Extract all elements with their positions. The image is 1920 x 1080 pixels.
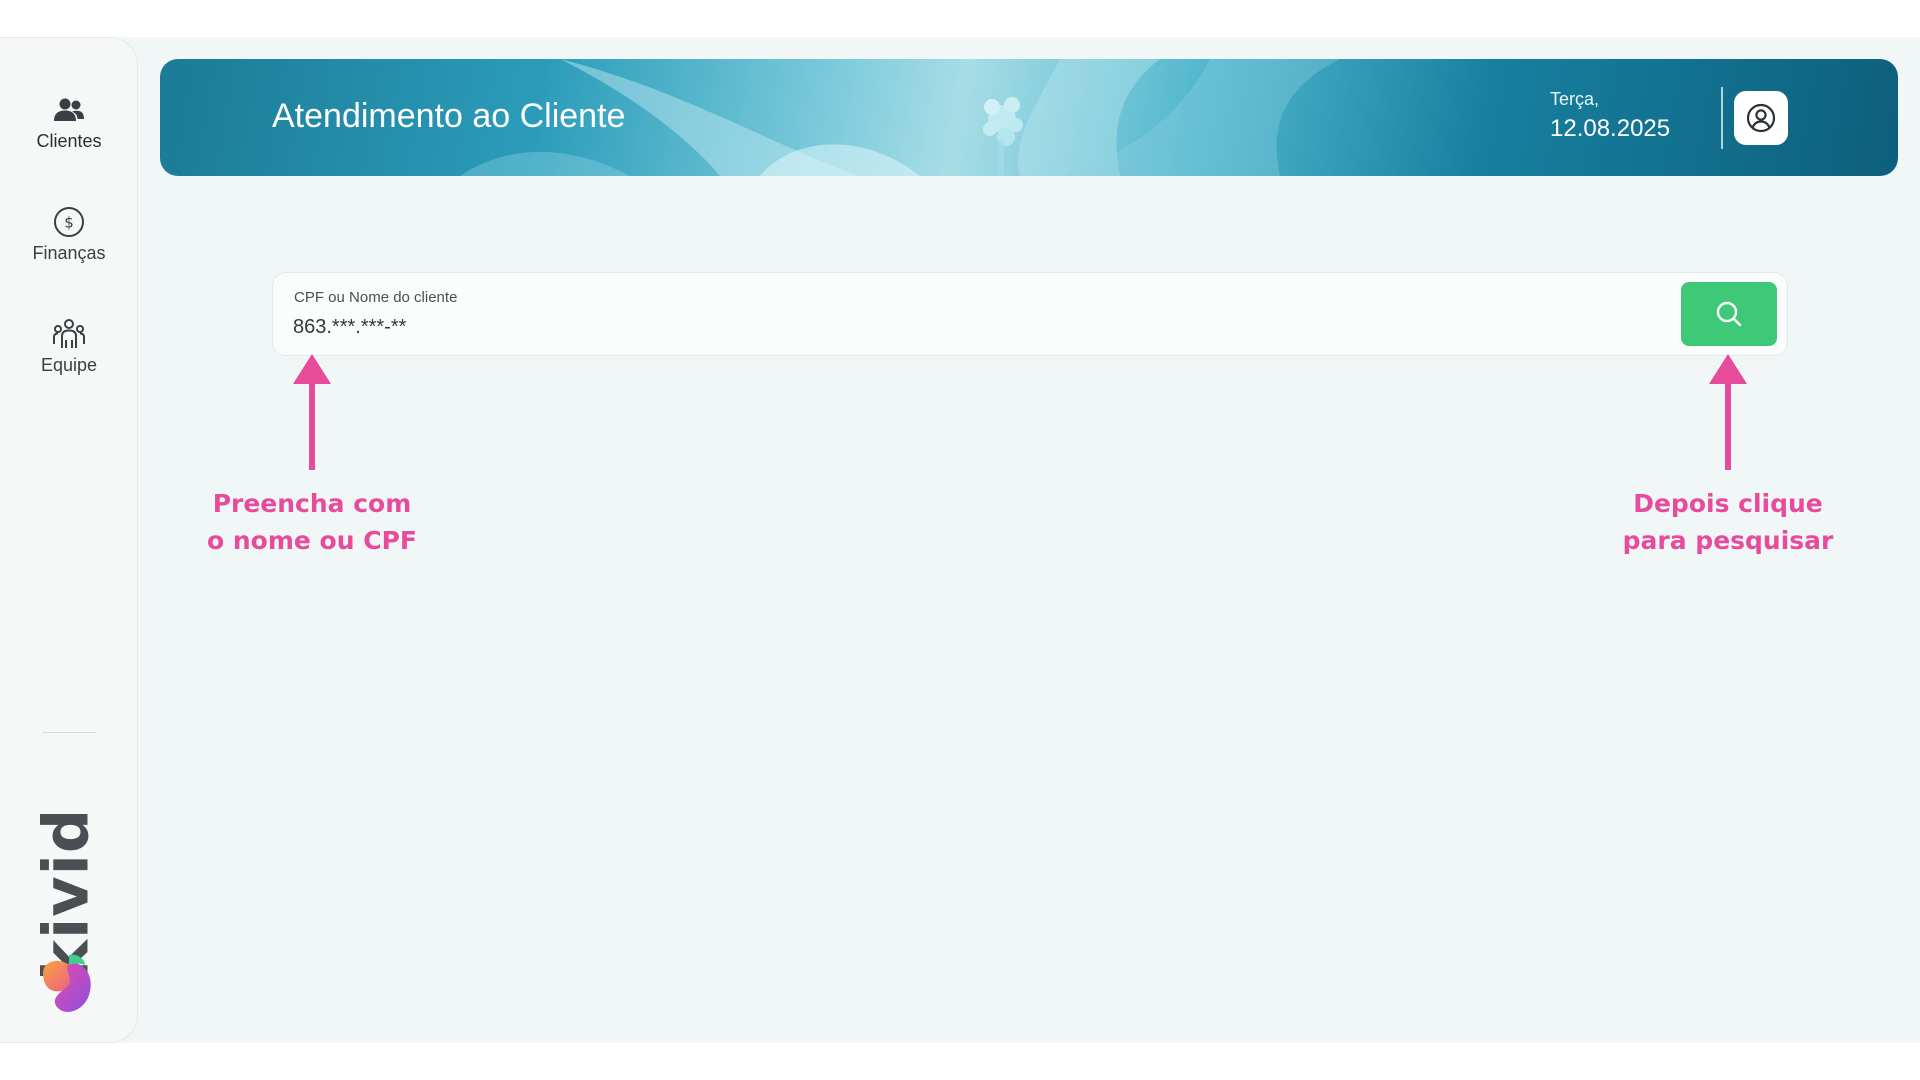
users-icon bbox=[52, 93, 86, 127]
sidebar-divider bbox=[42, 732, 96, 733]
user-circle-icon bbox=[1746, 103, 1776, 133]
header-banner: Atendimento ao Cliente Terça, 12.08.2025 bbox=[160, 59, 1898, 176]
annotation-line: o nome ou CPF bbox=[207, 526, 417, 555]
dollar-circle-icon: $ bbox=[52, 205, 86, 239]
header-divider bbox=[1721, 87, 1723, 149]
user-profile-button[interactable] bbox=[1734, 91, 1788, 145]
search-icon bbox=[1716, 301, 1742, 327]
annotation-click-hint: Depois clique para pesquisar bbox=[1598, 485, 1858, 559]
sidebar: Clientes $ Finanças Equipe kivid bbox=[0, 37, 138, 1043]
page-title: Atendimento ao Cliente bbox=[272, 97, 626, 135]
search-button[interactable] bbox=[1681, 282, 1777, 346]
annotation-fill-hint: Preencha com o nome ou CPF bbox=[182, 485, 442, 559]
brand: kivid bbox=[30, 753, 103, 1023]
annotation-line: Preencha com bbox=[212, 489, 412, 518]
header-date: 12.08.2025 bbox=[1550, 115, 1671, 142]
sidebar-item-financas[interactable]: $ Finanças bbox=[0, 205, 138, 264]
arrow-up-icon bbox=[1709, 354, 1747, 470]
sidebar-item-equipe[interactable]: Equipe bbox=[0, 317, 138, 376]
sidebar-item-label: Clientes bbox=[36, 131, 102, 151]
customer-search-input[interactable] bbox=[293, 313, 1593, 341]
annotation-line: para pesquisar bbox=[1622, 526, 1834, 555]
arrow-up-icon bbox=[293, 354, 331, 470]
sidebar-item-clientes[interactable]: Clientes bbox=[0, 93, 138, 152]
svg-text:$: $ bbox=[64, 214, 74, 232]
sidebar-item-label: Finanças bbox=[32, 243, 106, 263]
annotation-line: Depois clique bbox=[1633, 489, 1823, 518]
kivid-logo-icon bbox=[43, 954, 91, 1012]
customer-search-box: CPF ou Nome do cliente bbox=[272, 272, 1788, 356]
app-window: Clientes $ Finanças Equipe kivid Atendim… bbox=[0, 37, 1920, 1043]
flower-stamen bbox=[983, 97, 1023, 176]
header-day: Terça, bbox=[1550, 89, 1600, 109]
team-icon bbox=[52, 317, 86, 351]
sidebar-item-label: Equipe bbox=[40, 355, 98, 375]
search-field-label: CPF ou Nome do cliente bbox=[294, 289, 458, 306]
